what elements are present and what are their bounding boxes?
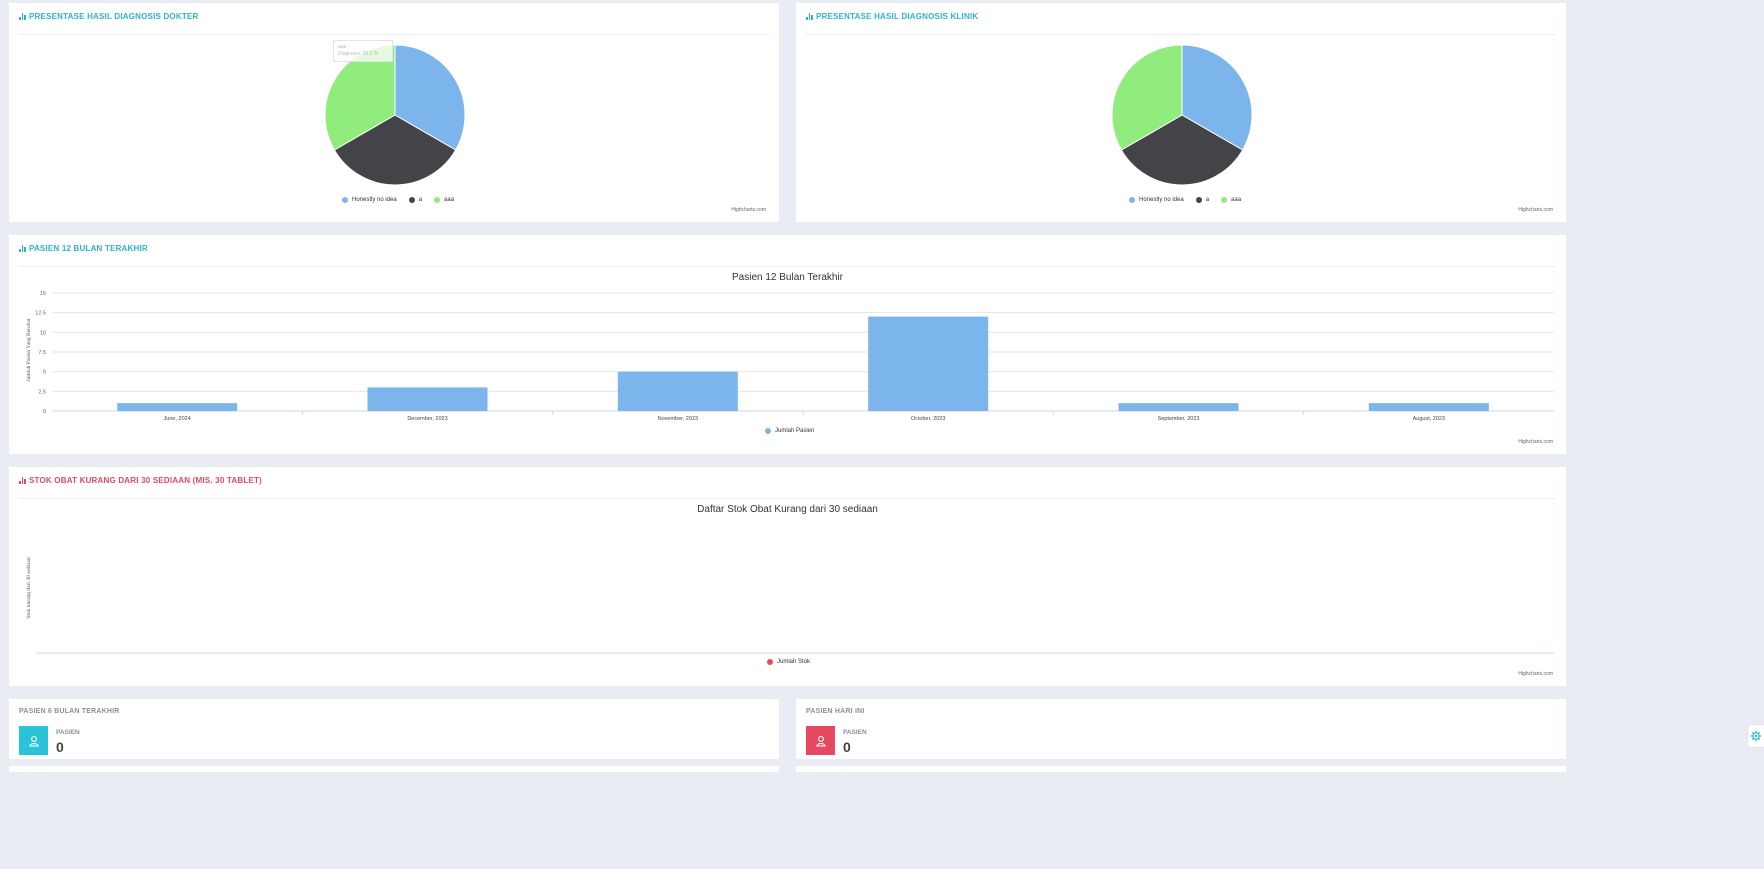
low-stock-panel: STOK OBAT KURANG DARI 30 SEDIAAN (MIS. 3… [9,467,1566,686]
legend-item[interactable]: aaa [434,197,454,203]
legend-item[interactable]: Honestly no idea [1129,197,1184,203]
legend-label: Honestly no idea [1139,197,1184,203]
legend-label: aaa [1231,197,1242,203]
bar[interactable] [117,403,238,411]
bar[interactable] [1118,403,1239,411]
gear-icon [1750,730,1762,742]
legend-label: Jumlah Stok [777,659,811,665]
highcharts-credit[interactable]: Highcharts.com [1518,207,1553,213]
x-tick-label: August, 2023 [1413,416,1445,422]
legend-marker [765,428,771,434]
legend-label: a [1205,197,1210,203]
x-tick-label: October, 2023 [911,416,946,422]
patients-6-months-card: PASIEN 6 BULAN TERAKHIR PASIEN 0 [9,699,779,759]
settings-gear-button[interactable] [1747,724,1764,748]
y-tick-label: 0 [43,409,46,415]
legend-label: a [418,197,423,203]
highcharts-credit[interactable]: Highcharts.com [1518,671,1553,677]
bar[interactable] [617,371,738,411]
bar[interactable] [1368,403,1489,411]
stat-card-sublabel: PASIEN [843,729,867,736]
x-tick-label: September, 2023 [1158,416,1200,422]
y-tick-label: 2.5 [38,389,46,395]
bar[interactable] [367,387,488,411]
stock-bar-chart [36,652,1554,654]
stat-card-label: PASIEN 6 BULAN TERAKHIR [19,708,120,715]
legend-marker [1221,197,1228,203]
clinic-diagnosis-panel: PRESENTASE HASIL DIAGNOSIS KLINIK Honest… [796,3,1566,222]
highcharts-credit[interactable]: Highcharts.com [1518,439,1553,445]
y-tick-label: 12.5 [35,311,46,317]
x-tick-label: December, 2023 [407,416,447,422]
patients-bar-chart: 0 2.5 5 7.5 10 12.5 15 June, 2024 December, 2023… [35,291,1554,422]
x-tick-label: November, 2023 [658,416,698,422]
y-tick-label: 15 [40,291,46,297]
stat-card-sublabel: PASIEN [56,729,80,736]
clinic-diagnosis-pie-chart [1111,44,1253,186]
patients-12-months-panel: PASIEN 12 BULAN TERAKHIR Pasien 12 Bulan… [9,235,1566,454]
highcharts-credit[interactable]: Highcharts.com [731,207,766,213]
legend-label: aaa [444,197,455,203]
legend-marker [408,197,415,203]
legend-marker [1129,197,1135,203]
stat-card-value: 0 [843,739,851,755]
legend-item[interactable]: aaa [1221,197,1241,203]
stock-legend: Jumlah Stok [767,659,810,665]
legend-marker [1195,197,1202,203]
legend-marker [342,197,348,203]
y-tick-label: 7.5 [38,350,46,356]
stat-card-value: 0 [56,739,64,755]
doctor-diagnosis-pie-chart [324,44,466,186]
legend-item[interactable]: a [1195,197,1210,203]
legend-item[interactable]: Jumlah Stok [767,659,810,665]
pie-tooltip: aaa Diagnosis: 33.3 % [333,40,393,62]
legend-marker [767,659,773,665]
doctor-diagnosis-legend: Honestly no idea a aaa [342,197,454,203]
patients-legend: Jumlah Pasien [765,428,814,434]
y-tick-label: 5 [43,370,46,376]
y-tick-label: 10 [40,330,46,336]
stat-card-label: PASIEN HARI INI [806,708,865,715]
bar[interactable] [868,316,989,411]
clinic-diagnosis-legend: Honestly no idea a aaa [1129,197,1241,203]
legend-label: Honestly no idea [352,197,397,203]
legend-item[interactable]: Honestly no idea [342,197,397,203]
legend-marker [434,197,441,203]
legend-item[interactable]: Jumlah Pasien [765,428,814,434]
legend-item[interactable]: a [408,197,423,203]
next-row-card [796,766,1566,772]
user-icon [806,726,835,755]
doctor-diagnosis-panel: PRESENTASE HASIL DIAGNOSIS DOKTER aaa Di… [9,3,779,222]
user-icon [19,726,48,755]
next-row-card [9,766,779,772]
x-tick-label: June, 2024 [164,416,191,422]
legend-label: Jumlah Pasien [775,428,815,434]
patients-today-card: PASIEN HARI INI PASIEN 0 [796,699,1566,759]
